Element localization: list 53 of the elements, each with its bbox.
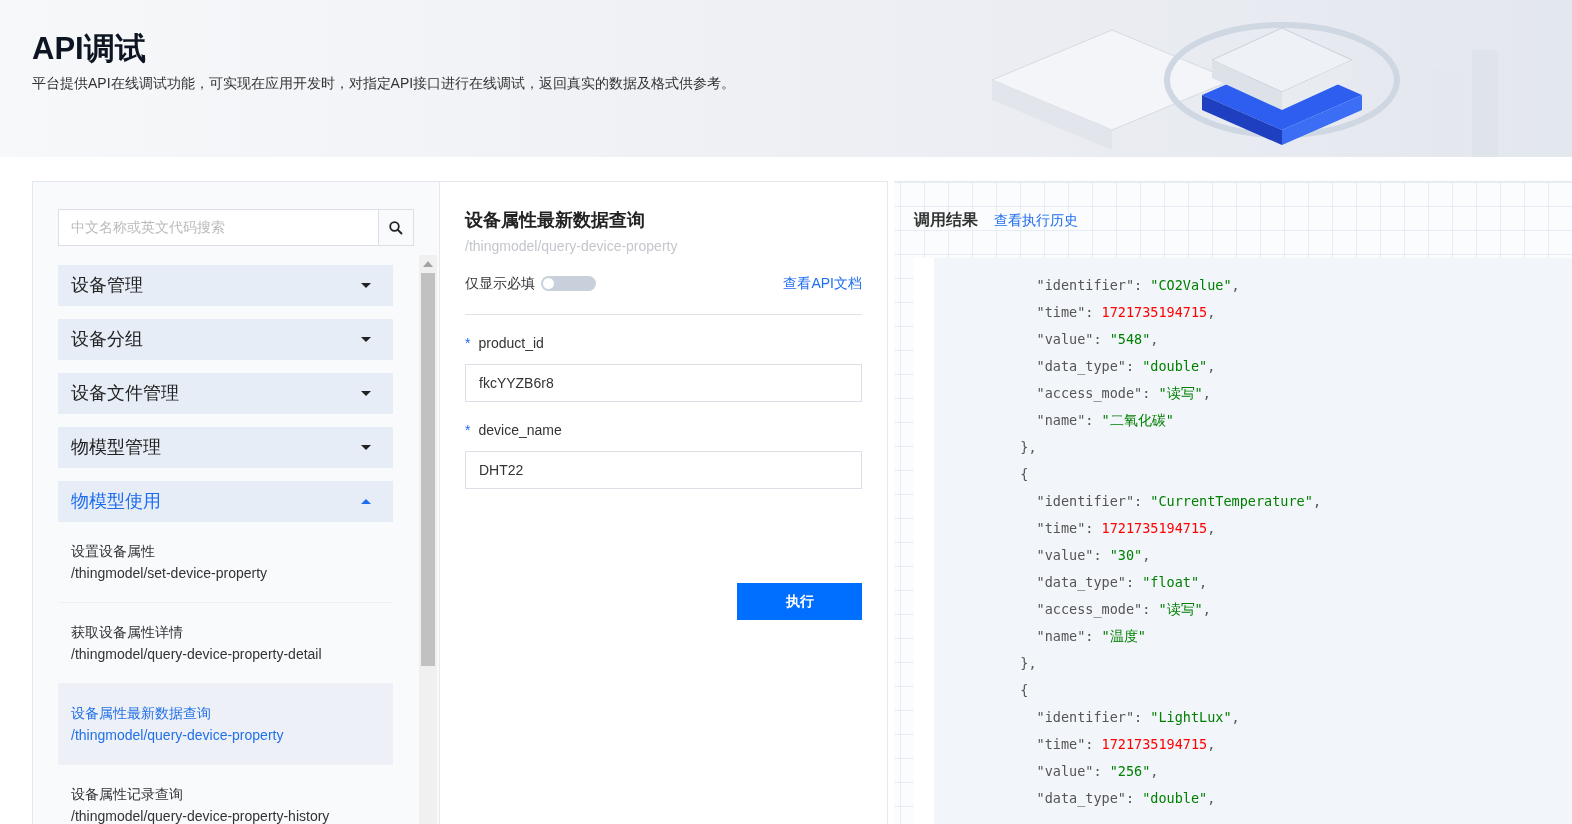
menu-group[interactable]: 物模型管理	[58, 427, 393, 468]
scrollbar-thumb[interactable]	[421, 273, 435, 666]
code-line: "data_type": "double",	[1035, 357, 1217, 377]
input-field[interactable]: fkcYYZB6r8	[465, 363, 862, 402]
page-title: API调试	[32, 30, 147, 68]
search-button[interactable]	[378, 209, 414, 246]
code-line: "time": 1721735194715,	[1035, 303, 1217, 322]
page-description: 平台提供API在线调试功能，可实现在应用开发时，对指定API接口进行在线调试，返回真实的数据及格式供参考。	[32, 74, 737, 94]
code-line: {	[1019, 465, 1030, 484]
caret-up-icon	[361, 499, 371, 504]
required-mark: *	[465, 421, 471, 438]
code-line: "access_mode": "读写",	[1035, 600, 1212, 620]
caret-down-icon	[361, 445, 371, 450]
code-line: "value": "30",	[1035, 546, 1152, 565]
scroll-up-icon	[423, 261, 433, 267]
code-line: "name": "二氧化碳"	[1035, 411, 1175, 430]
search-field[interactable]: 中文名称或英文代码搜索	[58, 209, 378, 246]
history-link[interactable]: 查看执行历史	[994, 209, 1078, 231]
code-line: },	[1019, 654, 1038, 673]
search-icon	[389, 220, 403, 235]
caret-down-icon	[361, 337, 371, 342]
required-mark: *	[465, 334, 471, 351]
code-line: "name": "温度"	[1035, 627, 1147, 646]
field-label: product_id	[478, 334, 544, 351]
code-line: {	[1019, 681, 1030, 700]
required-only-toggle[interactable]	[541, 276, 596, 292]
api-path: /thingmodel/query-device-property	[465, 236, 679, 256]
code-line: "identifier": "CO2Value",	[1035, 276, 1241, 295]
menu-group[interactable]: 设备分组	[58, 319, 393, 360]
code-line: "identifier": "CurrentTemperature",	[1035, 492, 1322, 511]
menu-group[interactable]: 物模型使用	[58, 481, 393, 522]
field-label: device_name	[478, 421, 562, 438]
required-only-label: 仅显示必填	[465, 274, 535, 291]
input-field[interactable]: DHT22	[465, 450, 862, 489]
code-line: "access_mode": "读写",	[1035, 384, 1212, 404]
code-line: "time": 1721735194715,	[1035, 519, 1217, 538]
caret-down-icon	[361, 283, 371, 288]
execute-button[interactable]: 执行	[737, 582, 862, 620]
code-line: "value": "548",	[1035, 330, 1160, 349]
code-line: },	[1019, 438, 1038, 457]
menu-group[interactable]: 设备文件管理	[58, 373, 393, 414]
menu-group[interactable]: 设备管理	[58, 265, 393, 306]
code-line: "data_type": "double",	[1035, 789, 1217, 809]
code-line: "identifier": "LightLux",	[1035, 708, 1241, 727]
code-line: "data_type": "float",	[1035, 573, 1209, 593]
code-line: "value": "256",	[1035, 762, 1160, 781]
scrollbar[interactable]	[419, 255, 437, 824]
api-title: 设备属性最新数据查询	[465, 210, 646, 232]
menu-item[interactable]: 设备属性最新数据查询 /thingmodel/query-device-property	[58, 684, 393, 765]
code-line: "time": 1721735194715,	[1035, 735, 1217, 754]
result-title: 调用结果	[914, 210, 978, 230]
caret-down-icon	[361, 391, 371, 396]
api-doc-link[interactable]: 查看API文档	[783, 272, 862, 294]
